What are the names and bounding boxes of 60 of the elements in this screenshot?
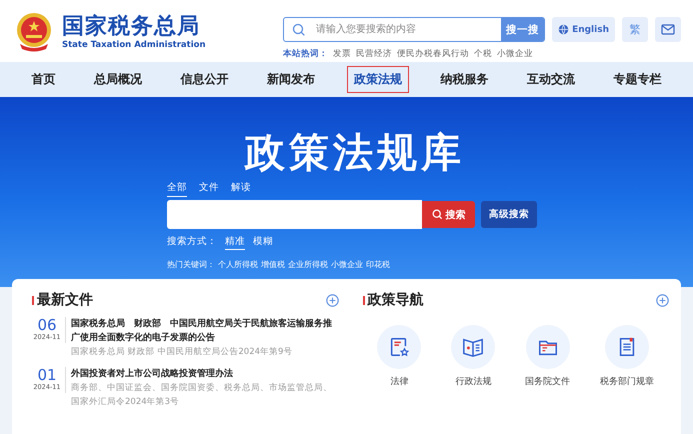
- keywords-label: 热门关键词：: [167, 259, 215, 270]
- scope-tab[interactable]: 解读: [231, 181, 251, 197]
- document-source: 商务部、中国证监会、国务院国资委、税务总局、市场监管总局、国家外汇局令2024年第3号: [71, 382, 333, 409]
- policy-search-button[interactable]: 搜索: [422, 201, 475, 228]
- hero-title: 政策法规库: [245, 129, 465, 177]
- add-icon[interactable]: [326, 294, 338, 306]
- nav-item[interactable]: 总局概况: [86, 66, 149, 93]
- search-button[interactable]: 搜一搜: [501, 18, 544, 41]
- certificate-icon: [388, 336, 410, 358]
- mail-icon: [661, 24, 675, 35]
- hot-word-link[interactable]: 小微企业: [497, 48, 534, 60]
- site-search-field[interactable]: 请输入您要搜索的内容 搜一搜: [283, 17, 546, 42]
- search-mode-option[interactable]: 精准: [225, 235, 245, 250]
- keyword-link[interactable]: 小微企业: [331, 259, 363, 270]
- section-title: 最新文件: [37, 291, 93, 309]
- date-day: 06: [37, 317, 57, 333]
- section-title: 政策导航: [368, 291, 424, 309]
- category-button[interactable]: [451, 325, 496, 369]
- nav-item[interactable]: 信息公开: [174, 66, 236, 93]
- document-title-link[interactable]: 外国投资者对上市公司战略投资管理办法: [71, 367, 338, 381]
- policy-search-field[interactable]: [167, 200, 422, 229]
- nav-item[interactable]: 专题专栏: [606, 66, 669, 93]
- category-label[interactable]: 国务院文件: [525, 375, 570, 388]
- search-mode-label: 搜索方式：: [167, 235, 217, 249]
- advanced-search-button[interactable]: 高级搜索: [481, 201, 537, 228]
- document-source: 国家税务总局 财政部 中国民用航空局公告2024年第9号: [71, 346, 294, 359]
- document-title-link[interactable]: 国家税务总局 财政部 中国民用航空局关于民航旅客运输服务推广使用全面数字化的电子发票的公告: [71, 317, 338, 345]
- nav-item[interactable]: 纳税服务: [433, 66, 496, 93]
- category-label[interactable]: 税务部门规章: [600, 375, 654, 388]
- date-day: 01: [37, 367, 57, 383]
- nav-item[interactable]: 政策法规: [346, 66, 409, 93]
- category-button[interactable]: [377, 325, 422, 369]
- english-button[interactable]: English: [552, 17, 615, 42]
- scope-tab[interactable]: 文件: [199, 181, 219, 197]
- site-title: 国家税务总局: [62, 14, 201, 40]
- site-subtitle: State Taxation Administration: [62, 40, 206, 50]
- hot-word-link[interactable]: 便民办税春风行动: [397, 48, 470, 60]
- nav-item[interactable]: 互动交流: [520, 66, 582, 93]
- keyword-link[interactable]: 企业所得税: [288, 259, 328, 270]
- nav-item[interactable]: 首页: [24, 66, 62, 93]
- category-label[interactable]: 法律: [390, 375, 408, 388]
- hot-word-link[interactable]: 个税: [474, 48, 492, 60]
- category-button[interactable]: [526, 325, 570, 369]
- hot-word-link[interactable]: 民营经济: [356, 48, 392, 60]
- open-book-icon: [462, 336, 484, 358]
- search-mode-option[interactable]: 模糊: [253, 235, 273, 250]
- add-icon[interactable]: [656, 294, 669, 306]
- hot-words-label: 本站热词：: [283, 48, 328, 60]
- scope-tab[interactable]: 全部: [167, 181, 187, 197]
- hot-word-link[interactable]: 发票: [333, 48, 352, 60]
- mail-button[interactable]: [655, 17, 681, 42]
- category-button[interactable]: [605, 325, 650, 369]
- keyword-link[interactable]: 印花税: [366, 259, 390, 270]
- keyword-link[interactable]: 增值税: [261, 259, 285, 270]
- keyword-link[interactable]: 个人所得税: [218, 259, 258, 270]
- search-icon: [432, 209, 442, 220]
- category-label[interactable]: 行政法规: [455, 375, 492, 388]
- globe-icon: [558, 24, 570, 35]
- search-icon: [292, 23, 306, 37]
- nav-item[interactable]: 新闻发布: [260, 66, 322, 93]
